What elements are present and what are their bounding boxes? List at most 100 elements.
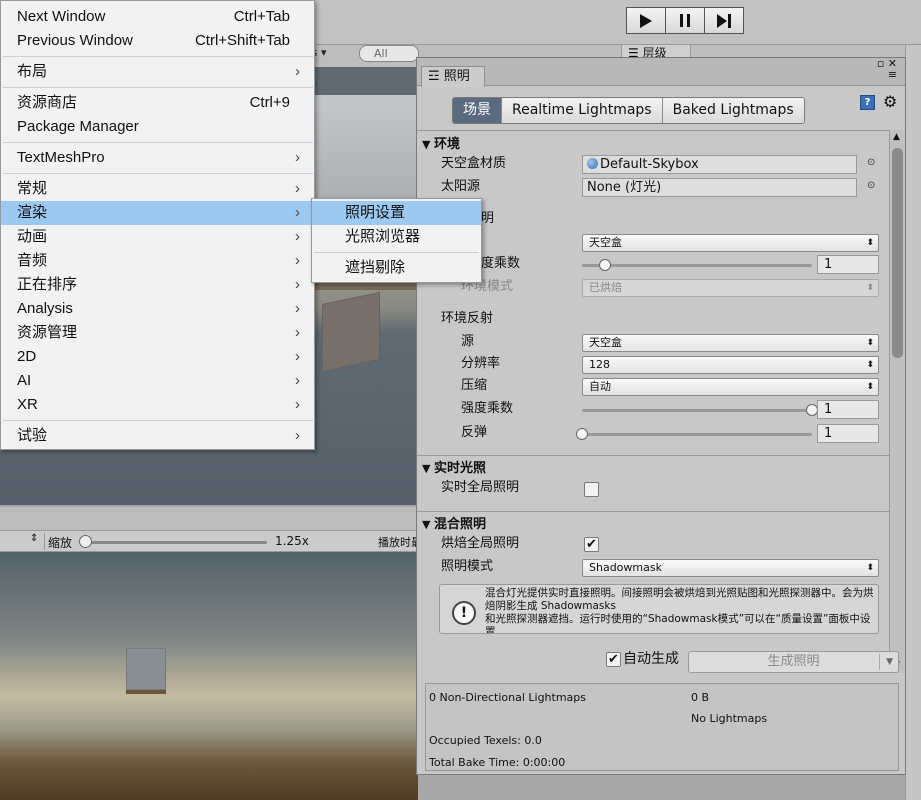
- lighting-inspector: ▼ 环境 天空盒材质 Default-Skybox ⊙ 太阳源 None (灯光)…: [417, 130, 889, 673]
- submenu-arrow-icon: ›: [295, 276, 300, 293]
- menu-item-sequencing[interactable]: 正在排序 ›: [1, 273, 314, 297]
- generate-lighting-button[interactable]: 生成照明 ▼: [688, 651, 899, 673]
- scrollbar-thumb[interactable]: [892, 148, 903, 358]
- submenu-arrow-icon: ›: [295, 300, 300, 317]
- tab-realtime-lightmaps[interactable]: Realtime Lightmaps: [502, 98, 663, 123]
- menu-item-ai[interactable]: AI ›: [1, 369, 314, 393]
- reflection-intensity-label: 强度乘数: [461, 401, 514, 416]
- bounces-knob[interactable]: [576, 428, 588, 440]
- reflection-intensity-input[interactable]: 1: [817, 400, 879, 419]
- step-icon: [717, 13, 731, 28]
- game-tabbar: [0, 507, 418, 530]
- reflection-source-dropdown[interactable]: 天空盒 ⬍: [582, 334, 879, 352]
- menu-item-xr[interactable]: XR ›: [1, 393, 314, 417]
- ambient-intensity-knob[interactable]: [599, 259, 611, 271]
- menu-item-animation[interactable]: 动画 ›: [1, 225, 314, 249]
- right-scrollbar[interactable]: [905, 45, 921, 800]
- menu-item-label: AI: [17, 372, 32, 389]
- menu-item-next-window[interactable]: Next Window Ctrl+Tab: [1, 5, 314, 29]
- zoom-label: 缩放: [48, 536, 73, 550]
- zoom-slider-track[interactable]: [82, 541, 267, 544]
- dropdown-arrow-icon: ⬍: [866, 563, 874, 573]
- inspector-scrollbar[interactable]: ▲ ▼: [889, 130, 905, 673]
- menu-item-label: 动画: [17, 228, 48, 245]
- object-picker-icon[interactable]: ⊙: [867, 157, 875, 168]
- scene-search-input[interactable]: All: [359, 45, 419, 62]
- baked-gi-checkbox[interactable]: ✔: [584, 537, 599, 552]
- bounces-input[interactable]: 1: [817, 424, 879, 443]
- submenu-item-light-explorer[interactable]: 光照浏览器: [312, 225, 481, 249]
- tab-lighting[interactable]: ☲ 照明: [421, 66, 485, 87]
- menu-separator: [3, 173, 313, 174]
- pause-button[interactable]: [665, 7, 705, 34]
- reflection-header: 环境反射: [441, 311, 494, 326]
- skybox-material-field[interactable]: Default-Skybox: [582, 155, 857, 174]
- menu-item-2d[interactable]: 2D ›: [1, 345, 314, 369]
- resolution-dropdown[interactable]: 128 ⬍: [582, 356, 879, 374]
- menu-item-previous-window[interactable]: Previous Window Ctrl+Shift+Tab: [1, 29, 314, 53]
- ambient-source-value: 天空盒: [589, 236, 622, 249]
- main-toolbar: [315, 0, 921, 45]
- menu-item-textmeshpro[interactable]: TextMeshPro ›: [1, 146, 314, 170]
- menu-separator: [314, 252, 479, 253]
- sun-source-field[interactable]: None (灯光): [582, 178, 857, 197]
- tab-baked-lightmaps[interactable]: Baked Lightmaps: [662, 98, 804, 123]
- mixed-help-box: ! 混合灯光提供实时直接照明。间接照明会被烘焙到光照贴图和光照探测器中。会为烘焙…: [439, 584, 879, 634]
- play-button[interactable]: [626, 7, 666, 34]
- menu-item-label: Previous Window: [17, 32, 133, 49]
- aspect-stepper-icon[interactable]: ⇕: [30, 533, 38, 544]
- menu-item-general[interactable]: 常规 ›: [1, 177, 314, 201]
- maximize-window-icon[interactable]: ▫: [877, 57, 884, 70]
- mixed-help-text: 混合灯光提供实时直接照明。间接照明会被烘焙到光照贴图和光照探测器中。会为烘焙阴影…: [485, 587, 875, 633]
- object-picker-icon[interactable]: ⊙: [867, 180, 875, 191]
- material-sphere-icon: [587, 158, 598, 169]
- menu-item-analysis[interactable]: Analysis ›: [1, 297, 314, 321]
- pause-icon: [680, 14, 690, 27]
- menu-shortcut: Ctrl+Shift+Tab: [194, 32, 290, 49]
- bounces-slider[interactable]: [582, 433, 812, 436]
- ambient-intensity-slider[interactable]: [582, 264, 812, 267]
- settings-gear-icon[interactable]: ⚙: [883, 92, 897, 111]
- compression-label: 压缩: [461, 378, 488, 393]
- lighting-mode-dropdown[interactable]: Shadowmask ⬍: [582, 559, 879, 577]
- menu-item-asset-management[interactable]: 资源管理 ›: [1, 321, 314, 345]
- ambient-source-dropdown[interactable]: 天空盒 ⬍: [582, 234, 879, 252]
- menu-item-rendering[interactable]: 渲染 ›: [1, 201, 314, 225]
- menu-item-audio[interactable]: 音频 ›: [1, 249, 314, 273]
- tab-scene[interactable]: 场景: [453, 98, 502, 123]
- menu-item-package-manager[interactable]: Package Manager: [1, 115, 314, 139]
- ambient-intensity-input[interactable]: 1: [817, 255, 879, 274]
- dropdown-arrow-icon: ⬍: [866, 338, 874, 348]
- rendering-submenu: 照明设置 光照浏览器遮挡剔除: [311, 198, 482, 283]
- lightmap-count: 0 Non-Directional Lightmaps: [429, 691, 587, 704]
- window-menu-icon[interactable]: ≡: [888, 68, 897, 81]
- submenu-item-occlusion-culling[interactable]: 遮挡剔除: [312, 256, 481, 280]
- section-realtime-label: 实时光照: [434, 461, 487, 476]
- section-divider: [417, 511, 889, 512]
- zoom-value: 1.25x: [275, 534, 309, 548]
- submenu-arrow-icon: ›: [295, 149, 300, 166]
- menu-item-label: Next Window: [17, 8, 106, 25]
- submenu-item-lighting-settings[interactable]: 照明设置: [312, 201, 481, 225]
- compression-dropdown[interactable]: 自动 ⬍: [582, 378, 879, 396]
- menu-separator: [3, 87, 313, 88]
- section-mixed-label: 混合照明: [434, 517, 487, 532]
- separator: [44, 533, 45, 550]
- menu-item-layouts[interactable]: 布局 ›: [1, 60, 314, 84]
- zoom-slider-knob[interactable]: [79, 535, 92, 548]
- menu-item-asset-store[interactable]: 资源商店 Ctrl+9: [1, 91, 314, 115]
- menu-item-label: XR: [17, 396, 38, 413]
- dropdown-arrow-icon[interactable]: ▼: [886, 652, 893, 672]
- menu-shortcut: Ctrl+9: [249, 94, 290, 111]
- menu-item-label: 试验: [17, 427, 48, 444]
- auto-generate-checkbox[interactable]: ✔: [606, 652, 621, 667]
- reflection-intensity-slider[interactable]: [582, 409, 812, 412]
- menu-item-experimental[interactable]: 试验 ›: [1, 424, 314, 448]
- scene-cube[interactable]: [322, 291, 380, 373]
- compression-value: 自动: [589, 380, 611, 393]
- realtime-gi-checkbox[interactable]: [584, 482, 599, 497]
- game-cube: [126, 648, 166, 690]
- help-book-icon[interactable]: ?: [860, 95, 875, 110]
- scroll-up-icon[interactable]: ▲: [893, 132, 900, 142]
- step-button[interactable]: [704, 7, 744, 34]
